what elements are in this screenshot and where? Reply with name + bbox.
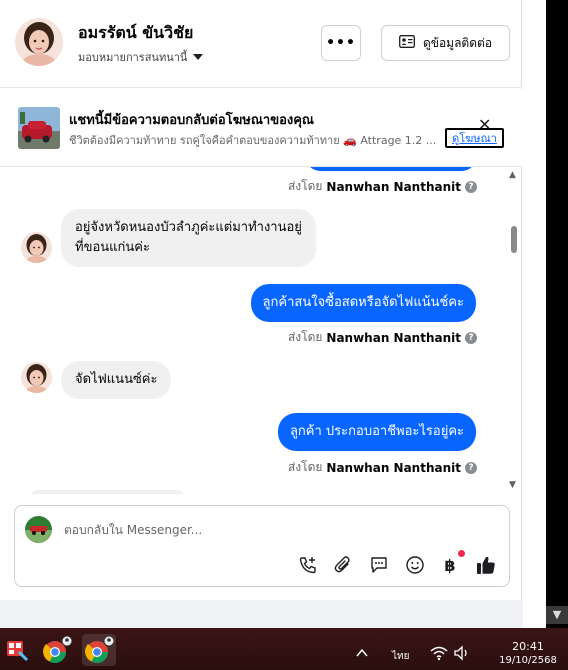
clock-time[interactable]: 20:41	[488, 640, 568, 653]
page-background	[0, 600, 546, 628]
sent-by-label: ส่งโดย Nanwhan Nanthanit ?	[288, 177, 477, 196]
chrome-profile-icon[interactable]	[40, 634, 74, 666]
contact-name[interactable]: อมรรัตน์ ขันวิชัย	[78, 21, 193, 46]
view-ad-link[interactable]: ดูโฆษณา	[445, 128, 504, 148]
conversation-header: อมรรัตน์ ขันวิชัย มอบหมายการสนทนานี้ •••…	[0, 0, 522, 88]
message-thread[interactable]: ส่งโดย Nanwhan Nanthanit ? อยู่จังหวัดหน…	[0, 167, 522, 494]
sent-by-label: ส่งโดย Nanwhan Nanthanit ?	[288, 328, 477, 347]
outgoing-message[interactable]: ลูกค้าสนใจซื้อสดหรือจัดไฟแน้นช์คะ	[250, 284, 476, 322]
more-options-button[interactable]: •••	[321, 25, 361, 61]
saved-reply-icon[interactable]	[368, 554, 390, 576]
message-bubble-partial	[306, 167, 476, 171]
chat-scrollbar[interactable]: ▲ ▼	[506, 167, 522, 494]
contact-avatar-small	[21, 362, 52, 393]
taskbar-app-icon[interactable]	[0, 634, 34, 666]
assign-conversation-dropdown[interactable]: มอบหมายการสนทนานี้	[78, 48, 204, 66]
info-icon[interactable]: ?	[465, 180, 477, 193]
ad-reply-banner: แชทนี้มีข้อความตอบกลับต่อโฆษณาของคุณ ชีว…	[0, 89, 522, 167]
window-scrollbar[interactable]	[546, 0, 568, 628]
scroll-down-icon[interactable]: ▼	[509, 480, 516, 490]
scroll-up-icon[interactable]: ▲	[509, 170, 516, 180]
emoji-icon[interactable]	[404, 554, 426, 576]
chrome-profile-icon-active[interactable]	[82, 634, 116, 666]
volume-icon[interactable]	[453, 645, 471, 665]
messenger-panel: อมรรัตน์ ขันวิชัย มอบหมายการสนทนานี้ •••…	[0, 0, 522, 600]
info-icon[interactable]: ?	[465, 461, 477, 474]
input-language[interactable]: ไทย	[392, 649, 409, 664]
phone-add-icon[interactable]	[297, 554, 319, 576]
thumbs-up-icon[interactable]	[475, 554, 497, 576]
tray-overflow-icon[interactable]	[356, 640, 368, 661]
scrollbar-thumb[interactable]	[511, 226, 517, 253]
clock-date[interactable]: 19/10/2568	[488, 655, 568, 666]
incoming-message[interactable]: จัดไฟแนนซ์ค่ะ	[61, 361, 172, 399]
wifi-icon[interactable]	[430, 645, 448, 665]
assign-label: มอบหมายการสนทนานี้	[78, 51, 188, 64]
window-scroll-down-icon[interactable]: ▼	[546, 606, 568, 624]
reply-input[interactable]	[64, 520, 484, 540]
view-contact-button[interactable]: ดูข้อมูลติดต่อ	[381, 25, 510, 61]
contact-avatar-small	[21, 232, 52, 263]
more-icon: •••	[326, 35, 356, 51]
attach-icon[interactable]	[332, 554, 354, 576]
incoming-message[interactable]: อยู่จังหวัดหนองบัวลำภูค่ะแต่มาทำงานอยู่ …	[61, 209, 316, 267]
ad-banner-subtitle: ชีวิตต้องมีความท้าทาย รถคู่ใจคือคำตอบของ…	[69, 134, 437, 147]
baht-icon[interactable]: ฿	[439, 554, 461, 576]
page-avatar	[25, 516, 52, 543]
message-bubble-partial	[30, 490, 185, 494]
notification-dot	[458, 550, 465, 557]
contact-card-icon	[399, 35, 415, 51]
info-icon[interactable]: ?	[465, 331, 477, 344]
caret-down-icon	[193, 51, 204, 64]
sent-by-label: ส่งโดย Nanwhan Nanthanit ?	[288, 458, 477, 477]
ad-banner-title: แชทนี้มีข้อความตอบกลับต่อโฆษณาของคุณ	[69, 113, 314, 128]
ad-thumbnail[interactable]	[18, 107, 60, 149]
contact-avatar[interactable]	[15, 18, 63, 66]
outgoing-message[interactable]: ลูกค้า ประกอบอาชีพอะไรอยู่คะ	[277, 413, 476, 451]
view-contact-label: ดูข้อมูลติดต่อ	[422, 35, 493, 50]
message-composer: ฿	[14, 505, 510, 587]
